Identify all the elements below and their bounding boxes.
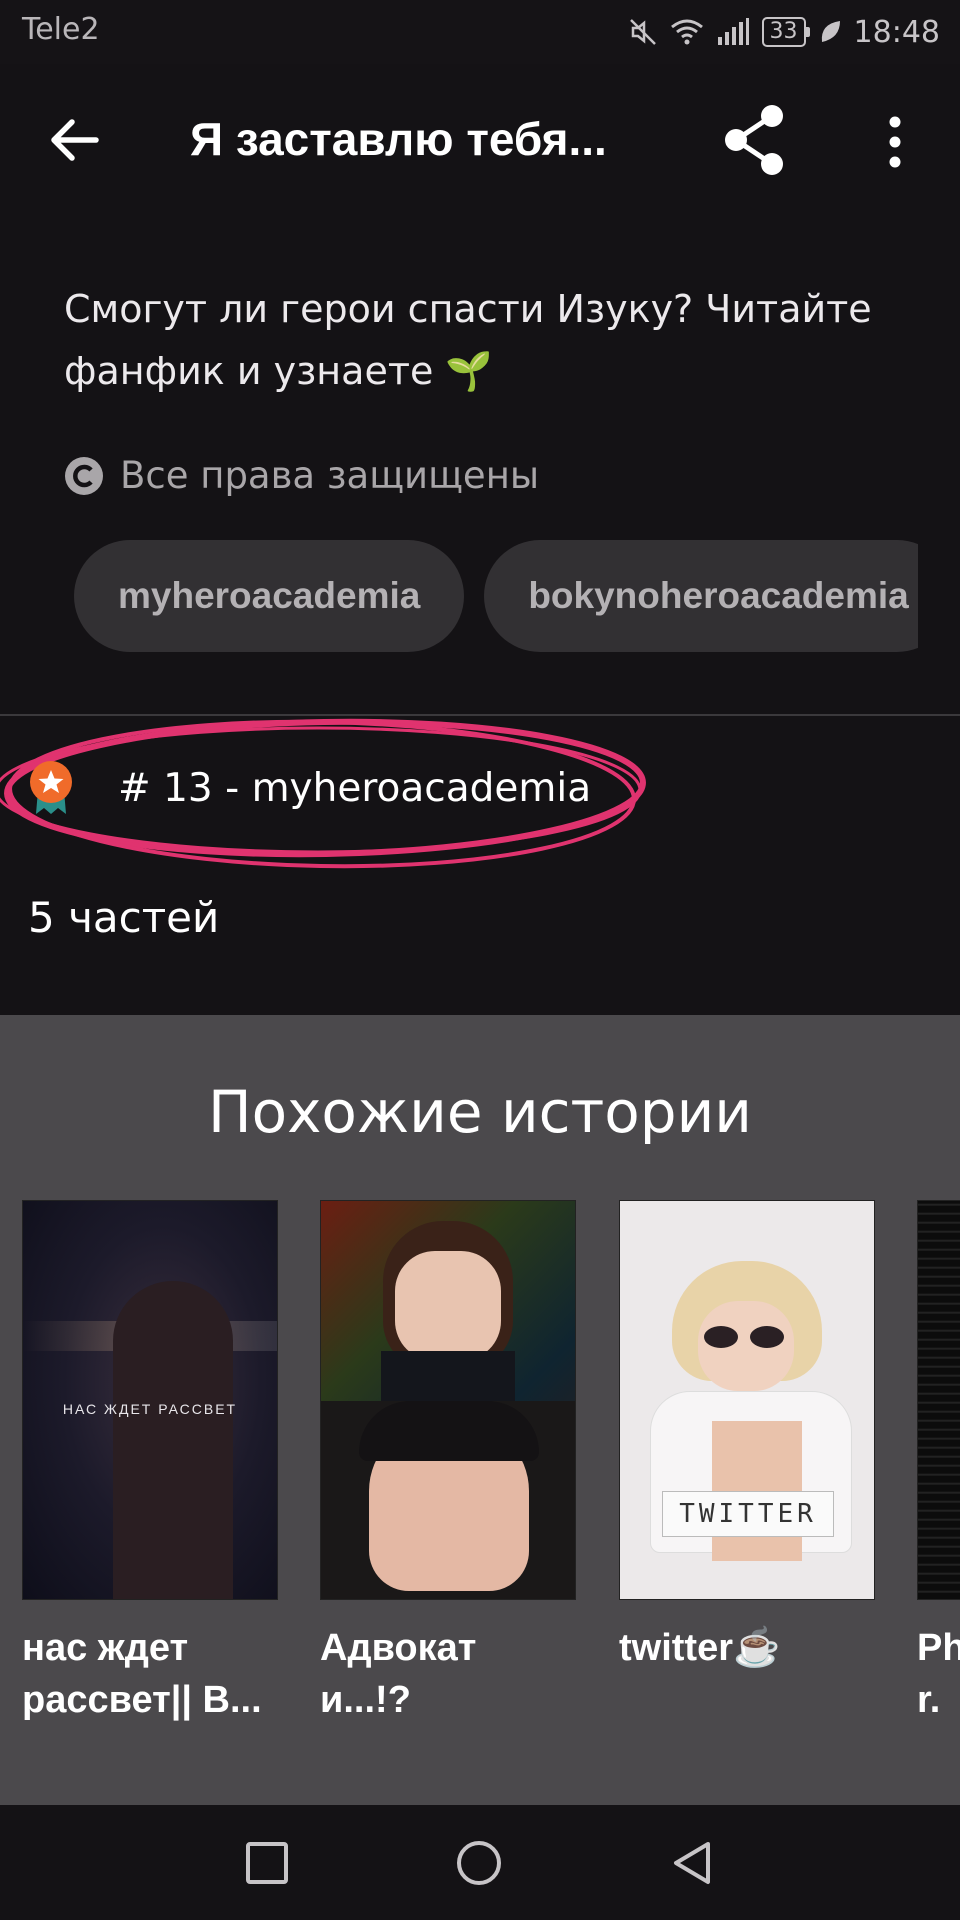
story-card[interactable]: Ph r. xyxy=(917,1200,960,1726)
parts-count: 5 частей xyxy=(28,893,220,942)
story-card-title: нас ждет рассвет|| B... xyxy=(22,1627,262,1721)
story-cover: НАС ЖДЕТ РАССВЕТ xyxy=(22,1200,278,1600)
story-card[interactable]: Адвокат и...!? xyxy=(320,1200,576,1726)
back-nav-icon[interactable] xyxy=(670,1840,714,1886)
recent-apps-icon[interactable] xyxy=(245,1841,289,1885)
story-card-title: Ph r. xyxy=(917,1627,960,1721)
story-title: Я заставлю тебя... xyxy=(190,113,607,165)
award-badge-icon xyxy=(30,761,72,814)
tag-chip[interactable]: bokynoheroacademia xyxy=(484,540,918,652)
signal-icon xyxy=(717,18,749,45)
story-cover: TWITTER xyxy=(619,1200,875,1600)
cover-caption: НАС ЖДЕТ РАССВЕТ xyxy=(62,1401,238,1417)
status-icons: 33 18:48 xyxy=(628,10,940,54)
home-icon[interactable] xyxy=(456,1840,502,1886)
status-time: 18:48 xyxy=(853,14,940,50)
tag-chip[interactable]: myheroacademia xyxy=(74,540,465,652)
story-card[interactable]: НАС ЖДЕТ РАССВЕТ нас ждет рассвет|| B... xyxy=(22,1200,278,1726)
back-arrow-icon[interactable] xyxy=(44,110,104,170)
story-cover xyxy=(917,1200,960,1600)
battery-icon: 33 xyxy=(761,17,810,47)
copyright-icon xyxy=(65,456,103,495)
ranking-text: # 13 - myheroacademia xyxy=(118,765,592,811)
cover-caption: TWITTER xyxy=(662,1491,834,1537)
carrier-name: Tele2 xyxy=(22,12,100,47)
share-icon[interactable] xyxy=(720,100,790,180)
story-card-title: Адвокат и...!? xyxy=(320,1627,477,1721)
story-cover xyxy=(320,1200,576,1600)
tag-list: myheroacademia bokynoheroacademia xyxy=(74,540,918,652)
copyright-row: Все права защищены xyxy=(64,454,539,497)
similar-stories-title: Похожие истории xyxy=(207,1078,753,1146)
leaf-icon xyxy=(821,21,840,42)
ranking-row[interactable]: # 13 - myheroacademia xyxy=(28,760,591,816)
story-card[interactable]: TWITTER twitter☕ xyxy=(619,1200,875,1674)
wifi-icon xyxy=(670,19,703,45)
more-vert-icon[interactable] xyxy=(870,112,920,172)
story-card-title: twitter☕ xyxy=(619,1627,781,1669)
story-description: Смогут ли герои спасти Изуку? Читайте фа… xyxy=(64,287,872,393)
copyright-text: Все права защищены xyxy=(120,454,540,497)
mute-icon xyxy=(629,19,656,45)
